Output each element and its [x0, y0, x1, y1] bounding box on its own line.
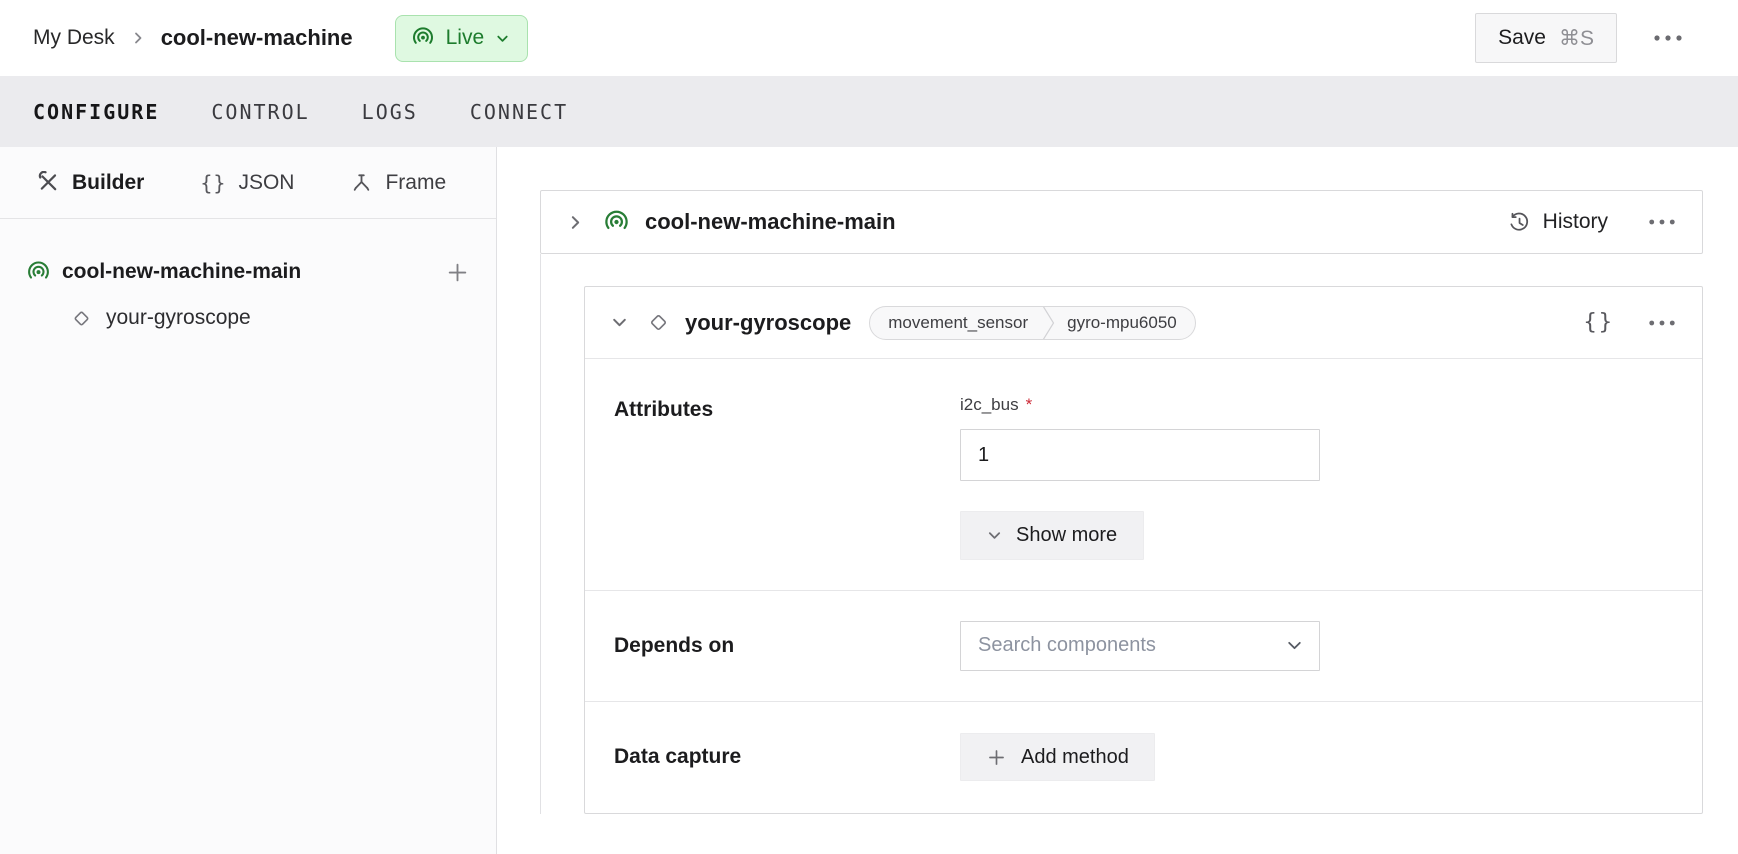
add-method-label: Add method: [1021, 746, 1129, 769]
viam-part-icon: [26, 260, 51, 285]
machine-part-card: cool-new-machine-main History: [540, 190, 1703, 254]
component-card-title: your-gyroscope: [685, 310, 851, 336]
save-button-label: Save: [1498, 26, 1546, 50]
data-capture-section: Data capture Add method: [585, 702, 1702, 813]
add-method-button[interactable]: Add method: [960, 733, 1155, 781]
tree-item-label: your-gyroscope: [106, 306, 251, 330]
mode-json[interactable]: {} JSON: [200, 171, 294, 195]
tab-connect[interactable]: CONNECT: [470, 100, 568, 124]
tab-control[interactable]: CONTROL: [211, 100, 309, 124]
tree-item-component[interactable]: your-gyroscope: [0, 295, 496, 341]
chevron-down-icon: [987, 528, 1002, 543]
tree-item-machine-part[interactable]: cool-new-machine-main: [0, 249, 496, 295]
diamond-icon: [646, 310, 671, 335]
config-main-area: cool-new-machine-main History: [497, 147, 1738, 854]
viam-part-icon: [603, 209, 630, 236]
diamond-icon: [70, 307, 93, 330]
depends-on-placeholder: Search components: [978, 634, 1156, 657]
plus-icon: [986, 747, 1007, 768]
page-tab-bar: CONFIGURE CONTROL LOGS CONNECT: [0, 76, 1738, 147]
attribute-field-label: i2c_bus: [960, 395, 1019, 415]
component-model-tag: gyro-mpu6050: [1055, 313, 1195, 333]
required-marker: *: [1026, 395, 1033, 415]
viam-logo-icon: [411, 26, 435, 50]
breadcrumb-location[interactable]: My Desk: [33, 26, 115, 50]
chevron-down-icon: [495, 31, 510, 46]
mode-builder-label: Builder: [72, 171, 144, 195]
machine-name: cool-new-machine: [161, 25, 353, 51]
tree-item-label: cool-new-machine-main: [62, 260, 301, 284]
history-label: History: [1543, 210, 1608, 234]
breadcrumb: My Desk cool-new-machine: [33, 25, 353, 51]
add-component-icon[interactable]: [445, 260, 470, 285]
attributes-section: Attributes i2c_bus * Show more: [585, 359, 1702, 591]
i2c-bus-input[interactable]: [960, 429, 1320, 481]
depends-on-section: Depends on Search components: [585, 591, 1702, 701]
status-label: Live: [446, 26, 485, 50]
component-card: your-gyroscope movement_sensor gyro-mpu6…: [584, 286, 1703, 814]
attributes-section-label: Attributes: [614, 395, 960, 590]
tab-configure[interactable]: CONFIGURE: [33, 100, 159, 124]
edit-json-icon[interactable]: {}: [1584, 310, 1615, 335]
chevron-right-icon: [130, 30, 146, 46]
braces-icon: {}: [200, 171, 226, 195]
component-type-model-tag: movement_sensor gyro-mpu6050: [869, 306, 1195, 340]
data-capture-section-label: Data capture: [614, 745, 960, 769]
mode-frame[interactable]: Frame: [350, 171, 446, 195]
depends-on-select[interactable]: Search components: [960, 621, 1320, 671]
save-shortcut-hint: ⌘S: [1559, 26, 1594, 51]
chevron-down-icon: [1286, 637, 1303, 654]
mode-json-label: JSON: [238, 171, 294, 195]
tag-separator: [1042, 306, 1055, 340]
frame-axis-icon: [350, 171, 373, 194]
config-sidebar: Builder {} JSON Frame: [0, 147, 497, 854]
more-menu-icon[interactable]: [1653, 34, 1683, 42]
save-button[interactable]: Save ⌘S: [1475, 13, 1617, 63]
show-more-label: Show more: [1016, 524, 1117, 547]
expand-chevron-right-icon[interactable]: [567, 214, 584, 231]
nesting-connector-line: [540, 254, 541, 814]
tools-icon: [37, 171, 60, 194]
history-button[interactable]: History: [1506, 210, 1608, 235]
machine-status-badge[interactable]: Live: [395, 15, 529, 62]
resource-tree: cool-new-machine-main your-gyroscope: [0, 219, 496, 341]
mode-builder[interactable]: Builder: [37, 171, 144, 195]
mode-frame-label: Frame: [385, 171, 446, 195]
component-type-tag: movement_sensor: [870, 313, 1042, 333]
show-more-button[interactable]: Show more: [960, 511, 1144, 560]
tab-logs[interactable]: LOGS: [362, 100, 418, 124]
depends-on-section-label: Depends on: [614, 634, 960, 658]
part-card-title: cool-new-machine-main: [645, 209, 896, 235]
app-header: My Desk cool-new-machine Live Save ⌘S: [0, 0, 1738, 76]
component-card-header: your-gyroscope movement_sensor gyro-mpu6…: [585, 287, 1702, 359]
collapse-chevron-down-icon[interactable]: [611, 314, 628, 331]
more-menu-icon[interactable]: [1648, 319, 1676, 327]
config-mode-switcher: Builder {} JSON Frame: [0, 147, 496, 219]
history-clock-icon: [1506, 210, 1531, 235]
more-menu-icon[interactable]: [1648, 218, 1676, 226]
